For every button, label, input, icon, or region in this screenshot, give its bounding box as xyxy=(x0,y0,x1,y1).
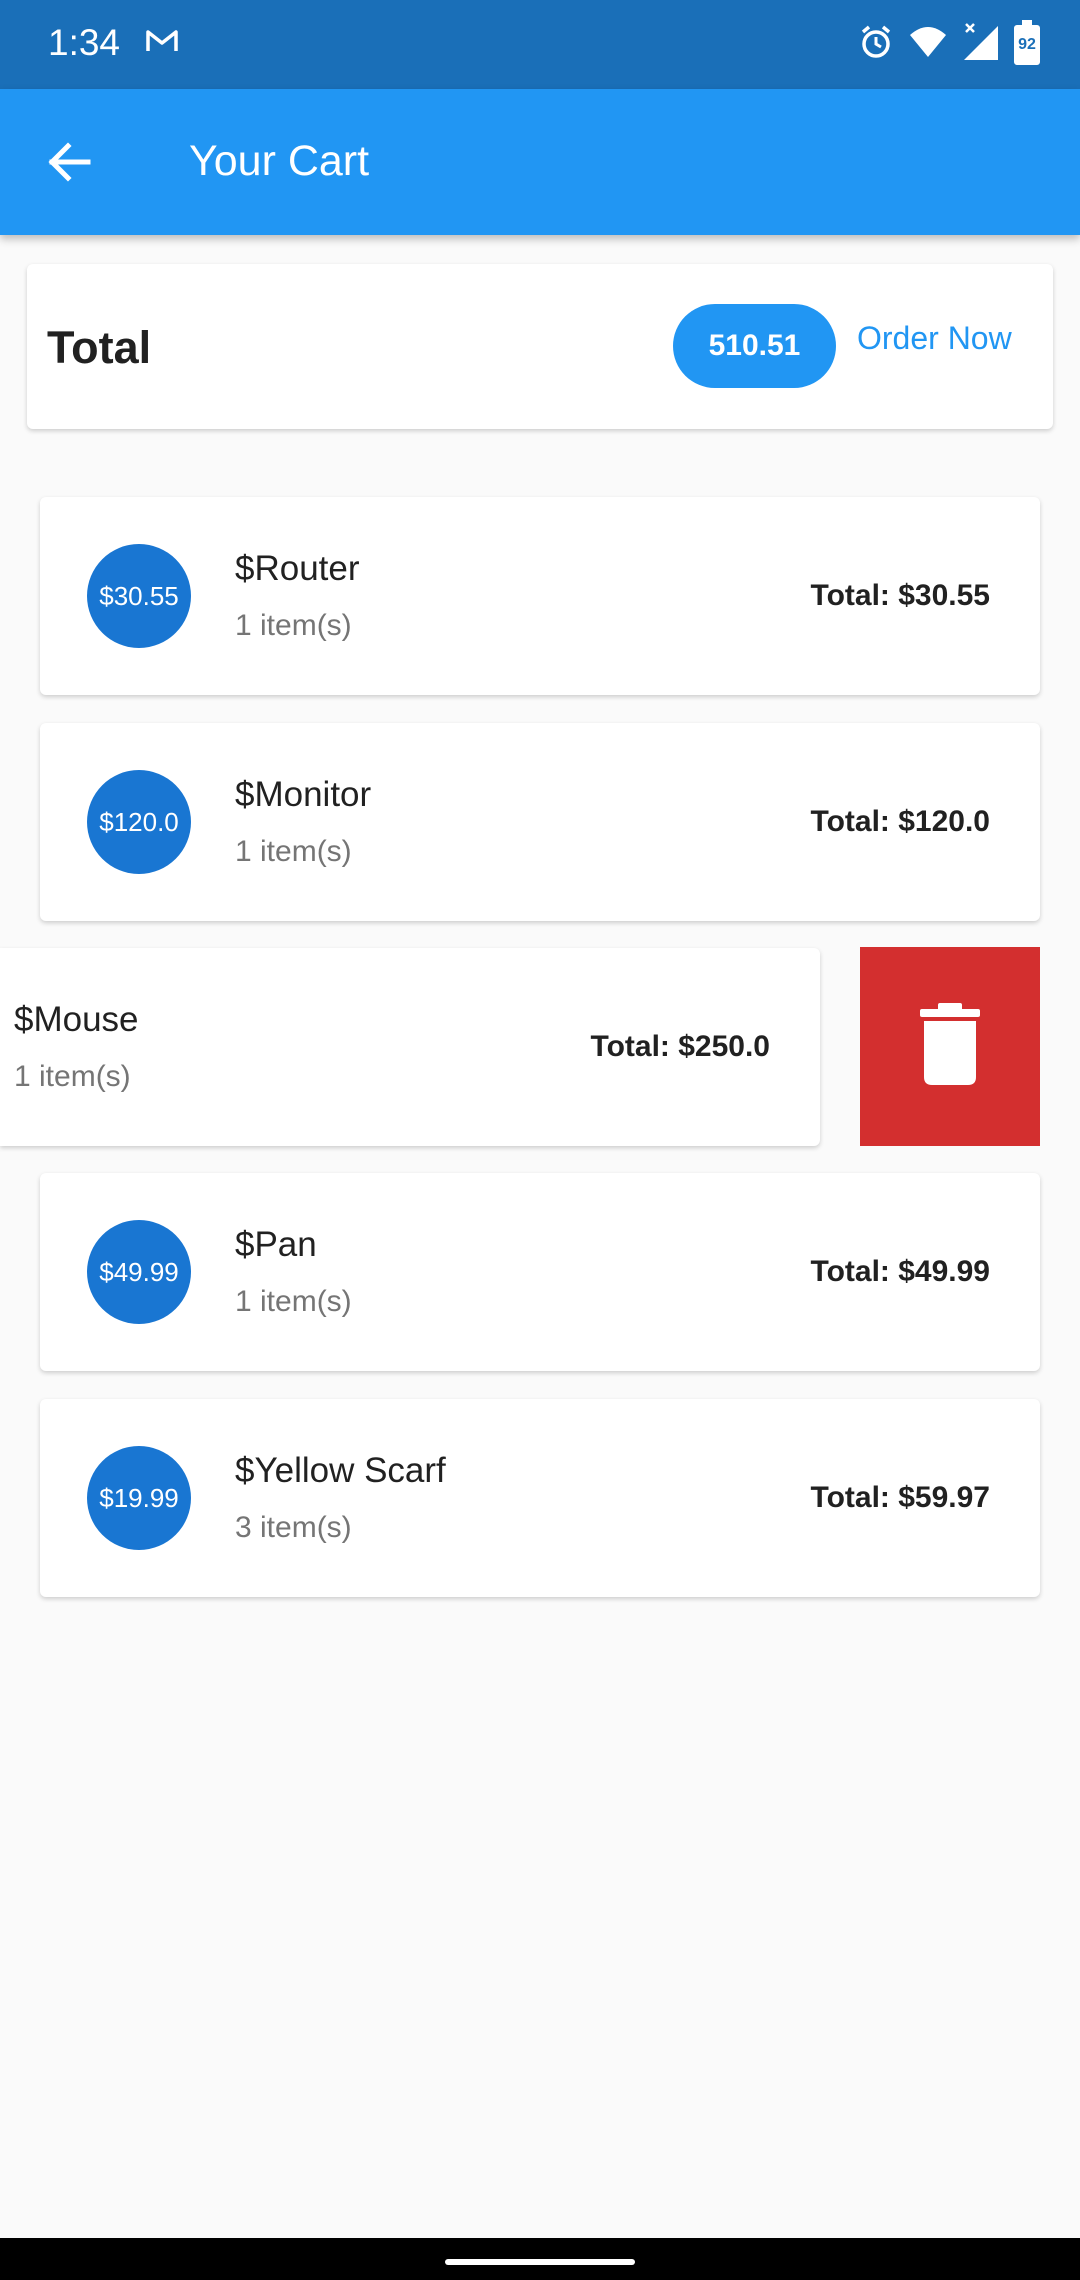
battery-icon: 92 xyxy=(1014,19,1040,65)
delete-swipe-background[interactable] xyxy=(860,947,1040,1146)
item-quantity: 1 item(s) xyxy=(14,1060,131,1093)
item-title: $Pan xyxy=(235,1225,317,1264)
trash-icon xyxy=(920,1003,980,1090)
arrow-back-icon[interactable] xyxy=(44,137,104,187)
price-avatar: $19.99 xyxy=(87,1446,191,1550)
item-title: $Monitor xyxy=(235,775,372,814)
item-total: Total: $30.55 xyxy=(810,579,990,612)
signal-icon xyxy=(962,22,1000,67)
page-title: Your Cart xyxy=(189,137,370,185)
item-title: $Mouse xyxy=(14,1000,139,1039)
price-avatar: $49.99 xyxy=(87,1220,191,1324)
item-total: Total: $120.0 xyxy=(810,805,990,838)
cart-item[interactable]: $30.55 $Router 1 item(s) Total: $30.55 xyxy=(40,497,1040,695)
gmail-icon xyxy=(145,28,179,59)
cart-item[interactable]: $19.99 $Yellow Scarf 3 item(s) Total: $5… xyxy=(40,1399,1040,1597)
item-title: $Yellow Scarf xyxy=(235,1451,446,1490)
price-avatar: $30.55 xyxy=(87,544,191,648)
system-nav-bar xyxy=(0,2238,1080,2280)
item-total: Total: $49.99 xyxy=(810,1255,990,1288)
item-total: Total: $59.97 xyxy=(810,1481,990,1514)
cart-item[interactable]: $120.0 $Monitor 1 item(s) Total: $120.0 xyxy=(40,723,1040,921)
alarm-icon xyxy=(858,24,894,65)
price-avatar: $120.0 xyxy=(87,770,191,874)
status-bar: 1:34 92 xyxy=(0,0,1080,89)
item-quantity: 1 item(s) xyxy=(235,835,352,868)
home-gesture-handle[interactable] xyxy=(445,2259,635,2265)
item-quantity: 1 item(s) xyxy=(235,1285,352,1318)
cart-item-swiped[interactable]: $Mouse 1 item(s) Total: $250.0 xyxy=(0,948,820,1146)
order-now-button[interactable]: Order Now xyxy=(857,320,1012,357)
app-bar: Your Cart xyxy=(0,89,1080,235)
wifi-icon xyxy=(908,25,948,64)
item-title: $Router xyxy=(235,549,360,588)
item-quantity: 1 item(s) xyxy=(235,609,352,642)
total-amount-chip: 510.51 xyxy=(673,304,836,388)
item-quantity: 3 item(s) xyxy=(235,1511,352,1544)
cart-item[interactable]: $49.99 $Pan 1 item(s) Total: $49.99 xyxy=(40,1173,1040,1371)
status-time: 1:34 xyxy=(48,22,121,63)
total-card: Total 510.51 Order Now xyxy=(27,264,1053,429)
status-icons: 92 xyxy=(858,19,1040,67)
total-label: Total xyxy=(47,322,152,373)
item-total: Total: $250.0 xyxy=(590,1030,770,1063)
